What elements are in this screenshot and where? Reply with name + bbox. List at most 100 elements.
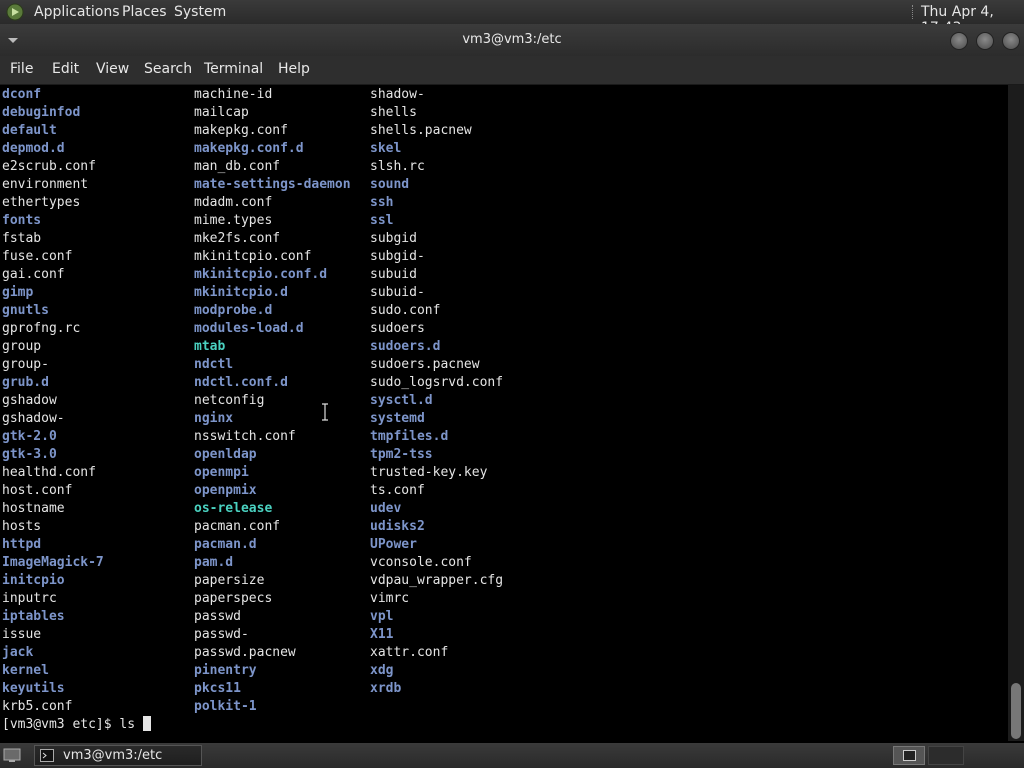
menu-view[interactable]: View (96, 61, 129, 77)
listing-entry: subgid- (370, 249, 425, 264)
listing-entry: subuid (370, 267, 417, 282)
menu-help[interactable]: Help (278, 61, 310, 77)
listing-entry: vimrc (370, 591, 410, 606)
listing-entry: tmpfiles.d (370, 429, 449, 444)
listing-entry: group- (2, 357, 49, 372)
listing-entry: udev (370, 501, 402, 516)
top-panel: Applications Places System Thu Apr 4, 17… (0, 0, 1024, 36)
listing-entry: udisks2 (370, 519, 425, 534)
terminal-icon (903, 750, 916, 761)
listing-entry: mailcap (194, 105, 249, 120)
listing-entry: modules-load.d (194, 321, 304, 336)
listing-entry: depmod.d (2, 141, 65, 156)
listing-entry: openpmix (194, 483, 257, 498)
listing-entry: shadow- (370, 87, 425, 102)
shell-prompt[interactable]: [vm3@vm3 etc]$ ls (2, 716, 151, 734)
listing-entry: group (2, 339, 42, 354)
listing-entry: xdg (370, 663, 394, 678)
window-titlebar[interactable]: vm3@vm3:/etc (0, 24, 1024, 56)
listing-entry: gshadow (2, 393, 57, 408)
places-menu[interactable]: Places (122, 4, 167, 20)
listing-entry: sudoers.d (370, 339, 441, 354)
workspace-1[interactable] (893, 746, 925, 765)
listing-entry: papersize (194, 573, 265, 588)
listing-entry: dconf (2, 87, 42, 102)
listing-entry: shells (370, 105, 417, 120)
listing-entry: passwd.pacnew (194, 645, 296, 660)
distro-logo-icon[interactable] (6, 3, 24, 21)
close-button[interactable] (1002, 32, 1020, 50)
listing-entry: sudoers (370, 321, 425, 336)
listing-entry: passwd- (194, 627, 249, 642)
listing-entry: skel (370, 141, 402, 156)
menu-terminal[interactable]: Terminal (204, 61, 263, 77)
listing-entry: e2scrub.conf (2, 159, 96, 174)
listing-entry: fonts (2, 213, 42, 228)
listing-entry: systemd (370, 411, 425, 426)
listing-entry: vconsole.conf (370, 555, 472, 570)
listing-entry: mdadm.conf (194, 195, 273, 210)
system-menu[interactable]: System (174, 4, 226, 20)
listing-entry: man_db.conf (194, 159, 281, 174)
listing-entry: sudoers.pacnew (370, 357, 480, 372)
listing-entry: ndctl.conf.d (194, 375, 288, 390)
listing-entry: ssh (370, 195, 394, 210)
listing-entry: gimp (2, 285, 34, 300)
listing-entry: grub.d (2, 375, 49, 390)
listing-entry: ssl (370, 213, 394, 228)
listing-entry: ndctl (194, 357, 234, 372)
listing-entry: sudo_logsrvd.conf (370, 375, 504, 390)
listing-entry: gshadow- (2, 411, 65, 426)
listing-column-2: machine-id mailcap makepkg.conf makepkg.con… (194, 86, 351, 716)
listing-entry: pam.d (194, 555, 234, 570)
listing-entry: gtk-3.0 (2, 447, 57, 462)
minimize-button[interactable] (950, 32, 968, 50)
scrollbar-thumb[interactable] (1011, 683, 1021, 739)
listing-entry: ethertypes (2, 195, 81, 210)
listing-entry: hosts (2, 519, 42, 534)
listing-entry: fuse.conf (2, 249, 73, 264)
listing-entry: modprobe.d (194, 303, 273, 318)
menu-search[interactable]: Search (144, 61, 192, 77)
listing-entry: sound (370, 177, 410, 192)
listing-entry: openldap (194, 447, 257, 462)
listing-entry: openmpi (194, 465, 249, 480)
listing-entry: default (2, 123, 57, 138)
listing-column-3: shadow-shells shells.pacnew skel slsh.rc sou… (370, 86, 503, 698)
listing-entry: hostname (2, 501, 65, 516)
listing-entry: mime.types (194, 213, 273, 228)
menu-file[interactable]: File (10, 61, 33, 77)
listing-entry: gtk-2.0 (2, 429, 57, 444)
prompt-text: [vm3@vm3 etc]$ ls (2, 717, 143, 732)
listing-entry: makepkg.conf.d (194, 141, 304, 156)
listing-entry: pkcs11 (194, 681, 241, 696)
terminal-scrollbar[interactable] (1008, 85, 1024, 741)
listing-entry: passwd (194, 609, 241, 624)
taskbar-item-terminal[interactable]: vm3@vm3:/etc (34, 745, 202, 766)
menubar: File Edit View Search Terminal Help (0, 56, 1024, 85)
listing-entry: httpd (2, 537, 42, 552)
show-desktop-icon[interactable] (3, 747, 21, 763)
listing-entry: krb5.conf (2, 699, 73, 714)
listing-entry: nsswitch.conf (194, 429, 296, 444)
listing-entry: subgid (370, 231, 417, 246)
listing-entry: ts.conf (370, 483, 425, 498)
listing-entry: mkinitcpio.conf.d (194, 267, 328, 282)
listing-entry: environment (2, 177, 89, 192)
applications-menu[interactable]: Applications (34, 4, 120, 20)
listing-entry: keyutils (2, 681, 65, 696)
listing-entry: UPower (370, 537, 417, 552)
menu-edit[interactable]: Edit (52, 61, 79, 77)
workspace-2[interactable] (928, 746, 964, 765)
terminal-output[interactable]: dconf debuginfod default depmod.d e2scrub.co… (0, 85, 1008, 741)
listing-entry: xattr.conf (370, 645, 449, 660)
maximize-button[interactable] (976, 32, 994, 50)
listing-entry: vpl (370, 609, 394, 624)
listing-entry: kernel (2, 663, 49, 678)
listing-entry: ImageMagick-7 (2, 555, 104, 570)
listing-entry: vdpau_wrapper.cfg (370, 573, 504, 588)
ibeam-cursor-icon (322, 403, 328, 421)
listing-entry: issue (2, 627, 42, 642)
listing-entry: gnutls (2, 303, 49, 318)
listing-entry: host.conf (2, 483, 73, 498)
